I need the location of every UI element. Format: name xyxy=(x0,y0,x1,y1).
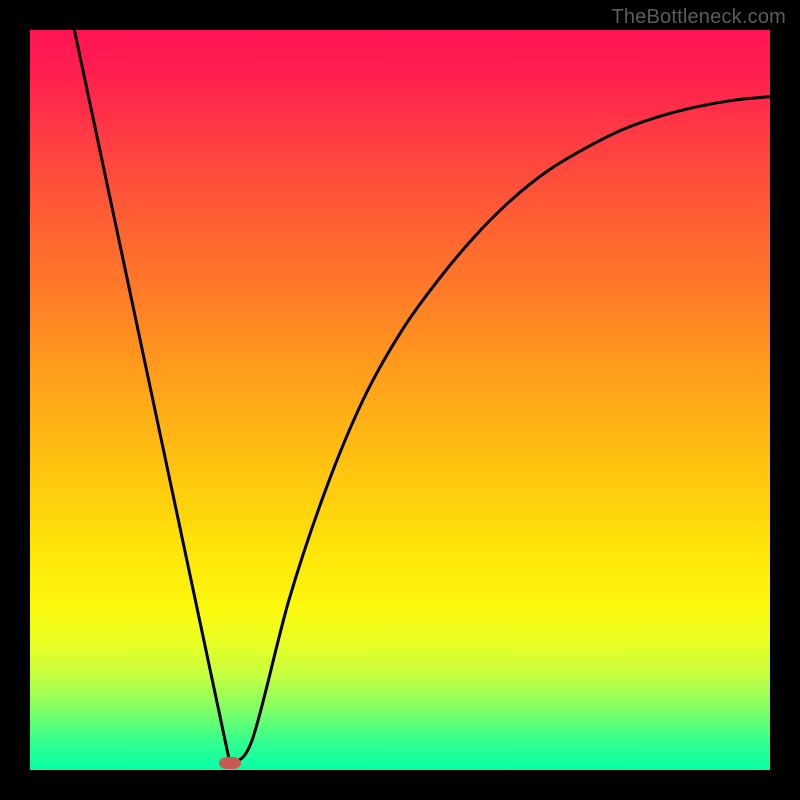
chart-plot-area xyxy=(30,30,770,770)
min-marker xyxy=(219,757,241,769)
chart-curve xyxy=(30,30,770,770)
curve-path xyxy=(74,30,770,763)
chart-frame: TheBottleneck.com xyxy=(0,0,800,800)
watermark-text: TheBottleneck.com xyxy=(611,6,786,29)
